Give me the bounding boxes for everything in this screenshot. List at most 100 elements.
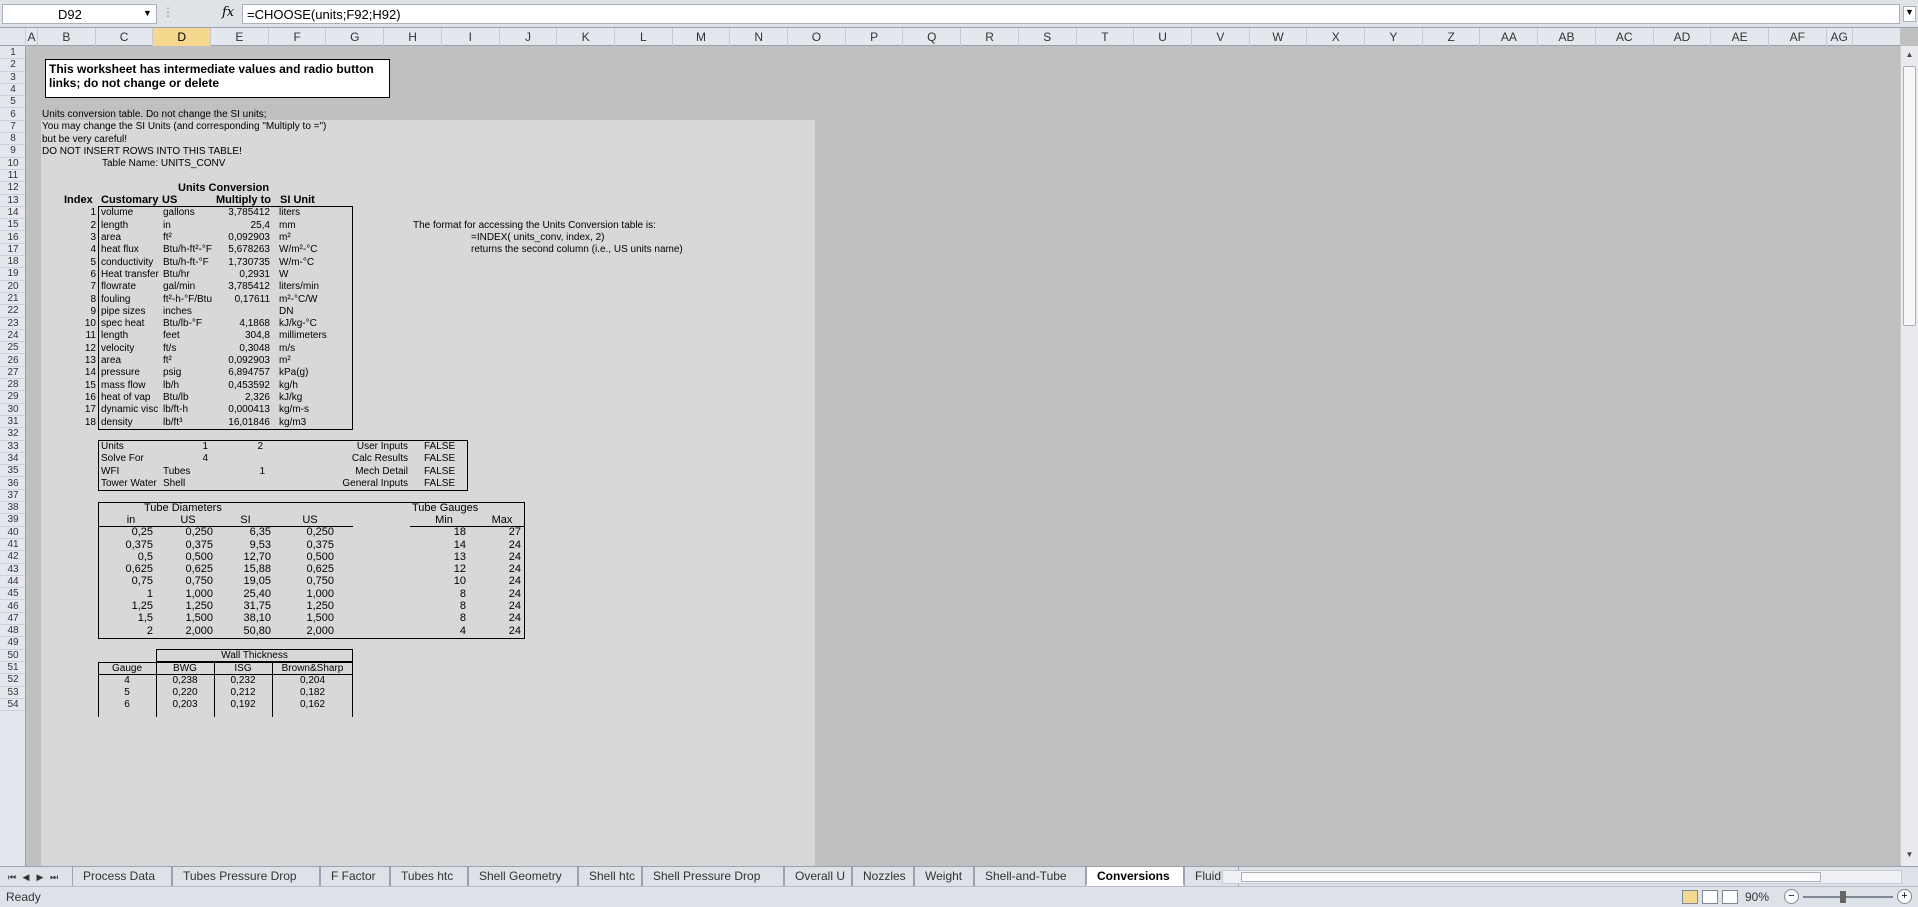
column-header-c[interactable]: C <box>96 28 154 46</box>
row-header[interactable]: 48 <box>0 625 25 638</box>
sheet-tab-tubes-htc[interactable]: Tubes htc <box>390 867 468 886</box>
column-header-af[interactable]: AF <box>1769 28 1827 46</box>
row-header[interactable]: 33 <box>0 441 25 453</box>
column-header-ag[interactable]: AG <box>1827 28 1853 46</box>
row-header[interactable]: 6 <box>0 109 25 121</box>
column-header-l[interactable]: L <box>615 28 673 46</box>
vertical-scrollbar[interactable]: ▲ ▼ <box>1900 46 1918 866</box>
column-header-a[interactable]: A <box>26 28 38 46</box>
column-header-i[interactable]: I <box>442 28 500 46</box>
row-header[interactable]: 46 <box>0 601 25 613</box>
zoom-level[interactable]: 90% <box>1745 890 1769 904</box>
row-header[interactable]: 44 <box>0 576 25 589</box>
row-header[interactable]: 45 <box>0 588 25 601</box>
zoom-out-icon[interactable]: − <box>1784 889 1799 904</box>
scroll-down-icon[interactable]: ▼ <box>1903 848 1916 861</box>
column-header-d[interactable]: D <box>153 28 212 46</box>
column-header-k[interactable]: K <box>557 28 615 46</box>
column-header-y[interactable]: Y <box>1365 28 1423 46</box>
row-header[interactable]: 4 <box>0 84 25 97</box>
row-header[interactable]: 27 <box>0 367 25 380</box>
horizontal-scrollbar[interactable] <box>1222 870 1902 884</box>
row-header[interactable]: 1 <box>0 47 25 60</box>
column-header-ab[interactable]: AB <box>1538 28 1596 46</box>
row-header[interactable]: 22 <box>0 305 25 318</box>
sheet-tab-f-factor[interactable]: F Factor <box>320 867 390 886</box>
column-header-e[interactable]: E <box>211 28 269 46</box>
column-header-w[interactable]: W <box>1250 28 1308 46</box>
vertical-scroll-thumb[interactable] <box>1903 66 1916 326</box>
sheet-tab-process-data[interactable]: Process Data <box>72 867 172 886</box>
sheet-tab-tubes-pressure-drop[interactable]: Tubes Pressure Drop <box>172 867 320 886</box>
sheet-tab-shell-pressure-drop[interactable]: Shell Pressure Drop <box>642 867 784 886</box>
column-header-r[interactable]: R <box>961 28 1019 46</box>
worksheet-grid[interactable]: This worksheet has intermediate values a… <box>26 46 1900 866</box>
next-sheet-icon[interactable]: ▶ <box>34 870 46 884</box>
formula-input[interactable]: =CHOOSE(units;F92;H92) <box>242 4 1900 24</box>
row-header[interactable]: 11 <box>0 170 25 183</box>
last-sheet-icon[interactable]: ⏭ <box>48 870 60 884</box>
row-header[interactable]: 26 <box>0 355 25 367</box>
row-header[interactable]: 25 <box>0 342 25 355</box>
row-header[interactable]: 10 <box>0 158 25 170</box>
insert-function-icon[interactable]: fx <box>222 5 234 20</box>
zoom-in-icon[interactable]: + <box>1897 889 1912 904</box>
normal-view-icon[interactable] <box>1682 890 1698 904</box>
row-header[interactable]: 13 <box>0 195 25 207</box>
column-header-u[interactable]: U <box>1134 28 1192 46</box>
column-header-z[interactable]: Z <box>1423 28 1481 46</box>
expand-formula-bar-icon[interactable]: ▼ <box>1903 6 1916 22</box>
column-header-ad[interactable]: AD <box>1654 28 1712 46</box>
prev-sheet-icon[interactable]: ◀ <box>20 870 32 884</box>
column-header-t[interactable]: T <box>1077 28 1135 46</box>
row-header[interactable]: 47 <box>0 613 25 626</box>
row-header[interactable]: 38 <box>0 502 25 515</box>
column-header-f[interactable]: F <box>269 28 327 46</box>
row-header[interactable]: 20 <box>0 281 25 293</box>
column-header-s[interactable]: S <box>1019 28 1077 46</box>
row-header[interactable]: 41 <box>0 539 25 552</box>
row-header[interactable]: 3 <box>0 72 25 84</box>
column-header-p[interactable]: P <box>846 28 904 46</box>
row-header[interactable]: 9 <box>0 145 25 158</box>
horizontal-scroll-thumb[interactable] <box>1241 872 1821 882</box>
sheet-tab-shell-and-tube[interactable]: Shell-and-Tube <box>974 867 1086 886</box>
column-header-g[interactable]: G <box>327 28 385 46</box>
column-header-aa[interactable]: AA <box>1481 28 1539 46</box>
sheet-tab-nozzles[interactable]: Nozzles <box>852 867 914 886</box>
row-header[interactable]: 50 <box>0 650 25 662</box>
row-header[interactable]: 18 <box>0 256 25 269</box>
column-header-ae[interactable]: AE <box>1711 28 1769 46</box>
sheet-tab-shell-geometry[interactable]: Shell Geometry <box>468 867 578 886</box>
zoom-slider-handle[interactable] <box>1840 891 1846 903</box>
row-header[interactable]: 32 <box>0 428 25 441</box>
column-header-ac[interactable]: AC <box>1596 28 1654 46</box>
row-header[interactable]: 42 <box>0 551 25 564</box>
row-header[interactable]: 34 <box>0 453 25 466</box>
row-header[interactable]: 29 <box>0 391 25 404</box>
row-header[interactable]: 8 <box>0 133 25 146</box>
row-header[interactable]: 14 <box>0 207 25 220</box>
row-header[interactable]: 12 <box>0 182 25 195</box>
row-header[interactable]: 40 <box>0 527 25 539</box>
zoom-slider-track[interactable] <box>1803 896 1893 898</box>
row-header[interactable]: 23 <box>0 318 25 330</box>
column-header-b[interactable]: B <box>38 28 96 46</box>
sheet-tab-weight[interactable]: Weight <box>914 867 974 886</box>
column-header-n[interactable]: N <box>730 28 789 46</box>
name-box[interactable]: D92 <box>2 4 157 24</box>
row-header[interactable]: 30 <box>0 404 25 416</box>
formula-bar-splitter-icon[interactable]: ⋮ <box>162 5 174 23</box>
page-layout-view-icon[interactable] <box>1702 890 1718 904</box>
row-header[interactable]: 16 <box>0 232 25 244</box>
row-header[interactable]: 28 <box>0 379 25 392</box>
column-header-m[interactable]: M <box>673 28 731 46</box>
page-break-view-icon[interactable] <box>1722 890 1738 904</box>
row-header[interactable]: 5 <box>0 96 25 109</box>
row-header[interactable]: 2 <box>0 59 25 72</box>
row-header[interactable]: 35 <box>0 465 25 478</box>
column-header-j[interactable]: J <box>500 28 558 46</box>
row-header[interactable]: 17 <box>0 244 25 257</box>
sheet-tab-conversions[interactable]: Conversions <box>1086 867 1184 886</box>
scroll-up-icon[interactable]: ▲ <box>1903 48 1916 61</box>
